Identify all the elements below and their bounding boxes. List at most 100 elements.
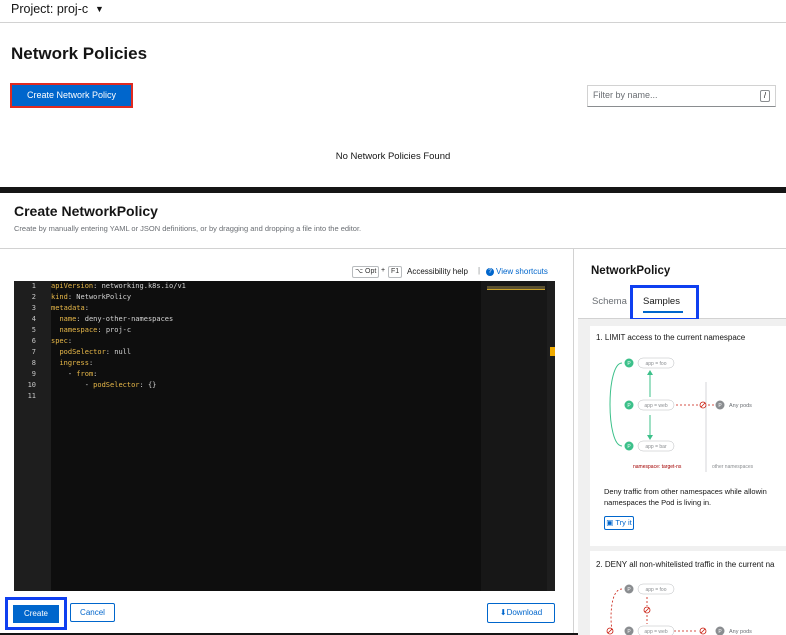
yaml-indent: -: [51, 370, 77, 378]
code-line: - podSelector: {}: [51, 381, 157, 389]
pod-icon: P: [624, 584, 634, 594]
arrow-up-icon: [647, 370, 653, 375]
pod-icon: P: [624, 626, 634, 635]
filter-by-name-field[interactable]: Filter by name... /: [587, 85, 776, 107]
empty-state-message: No Network Policies Found: [335, 151, 451, 162]
sample-description-line: namespaces the Pod is living in.: [604, 498, 712, 507]
toolbar-separator: |: [478, 266, 481, 275]
other-namespaces-label: other namespaces: [712, 464, 754, 470]
yaml-sep: :: [97, 326, 106, 334]
yaml-key: spec: [51, 337, 68, 345]
yaml-value: proj-c: [105, 326, 132, 334]
code-line: namespace: proj-c: [51, 326, 131, 334]
yaml-key: ingress: [59, 359, 89, 367]
deny-icon: [643, 606, 651, 614]
yaml-sep: :: [93, 370, 98, 378]
yaml-key: namespace: [59, 326, 98, 334]
code-line: spec:: [51, 337, 72, 345]
minimap-highlight: [487, 289, 545, 290]
filter-input[interactable]: Filter by name...: [593, 90, 658, 100]
create-button[interactable]: Create: [13, 605, 59, 623]
yaml-key: metadata: [51, 304, 85, 312]
line-number: 5: [31, 326, 36, 334]
deny-icon: [699, 627, 707, 635]
sample-description-line: Deny traffic from other namespaces while…: [604, 487, 767, 496]
plus-sign: +: [381, 267, 386, 274]
line-number: 8: [31, 359, 36, 367]
code-line: name: deny-other-namespaces: [51, 315, 173, 323]
yaml-sep: :: [93, 282, 102, 290]
download-icon: ⬇: [499, 608, 507, 617]
create-page-title: Create NetworkPolicy: [14, 203, 158, 219]
try-it-button[interactable]: ▣ Try it: [604, 516, 634, 530]
yaml-value: null: [114, 348, 132, 356]
sample-title: 2. DENY all non-whitelisted traffic in t…: [596, 560, 775, 569]
view-shortcuts-link[interactable]: ? View shortcuts: [486, 267, 548, 276]
create-button-highlight: Create: [5, 597, 67, 630]
line-number: 4: [31, 315, 36, 323]
create-network-policy-button[interactable]: Create Network Policy: [12, 85, 131, 106]
download-button[interactable]: ⬇Download: [487, 603, 555, 623]
pod-label: app = foo: [646, 587, 667, 593]
pod-label: app = web: [644, 629, 667, 635]
line-number: 10: [27, 381, 36, 389]
pod-icon: P: [624, 400, 634, 410]
yaml-sep: :: [76, 315, 85, 323]
pod-icon: P: [715, 626, 725, 635]
any-pods-label: Any pods: [729, 403, 752, 409]
editor-minimap[interactable]: [481, 281, 547, 591]
line-number: 11: [27, 392, 36, 400]
page-title: Network Policies: [11, 44, 148, 63]
code-line: metadata:: [51, 304, 89, 312]
yaml-sep: :: [139, 381, 148, 389]
scrollbar-marker: [550, 347, 555, 356]
code-area[interactable]: apiVersion: networking.k8s.io/v1 kind: Ne…: [51, 281, 481, 591]
project-bar: Project: proj-c ▼: [0, 0, 786, 23]
yaml-value: deny-other-namespaces: [84, 315, 174, 323]
code-line: apiVersion: networking.k8s.io/v1: [51, 282, 186, 290]
arrow-down-icon: [647, 435, 653, 440]
tab-samples[interactable]: Samples: [643, 296, 680, 307]
yaml-key: podSelector: [93, 381, 140, 389]
download-label: Download: [506, 608, 543, 617]
slash-shortcut-icon: /: [760, 90, 770, 102]
pod-label: app = foo: [646, 361, 667, 367]
header-divider: [0, 248, 786, 249]
yaml-indent: -: [51, 381, 94, 389]
sample1-diagram: P app = foo P app = web P Any pods P app…: [609, 357, 754, 472]
create-network-policy-highlight: Create Network Policy: [10, 83, 133, 108]
yaml-sep: :: [105, 348, 115, 356]
yaml-key: apiVersion: [51, 282, 94, 290]
yaml-key: from: [76, 370, 94, 378]
accessibility-help-label: Accessibility help: [407, 267, 468, 276]
yaml-key: podSelector: [59, 348, 106, 356]
yaml-editor[interactable]: 1 2 3 4 5 6 7 8 9 10 11 apiVersion: networking.k8s…: [14, 281, 555, 591]
sidebar-divider: [573, 248, 574, 635]
sample2-diagram: P app = foo P app = web P Any pods: [606, 583, 752, 635]
code-line: - from:: [51, 370, 98, 378]
yaml-value: networking.k8s.io/v1: [101, 282, 186, 290]
denied-connector: [610, 588, 623, 631]
line-number: 9: [31, 370, 36, 378]
connector-curve: [609, 362, 623, 447]
project-selector[interactable]: Project: proj-c: [11, 2, 88, 16]
line-number: 2: [31, 293, 36, 301]
caret-down-icon[interactable]: ▼: [95, 4, 104, 14]
pod-icon: P: [624, 441, 634, 451]
yaml-sep: :: [84, 304, 89, 312]
pod-icon: P: [624, 358, 634, 368]
yaml-value: NetworkPolicy: [76, 293, 132, 301]
view-shortcuts-label: View shortcuts: [496, 267, 548, 276]
pod-label: app = web: [644, 403, 667, 409]
yaml-key: name: [59, 315, 77, 323]
code-line: ingress:: [51, 359, 93, 367]
panel-divider: [0, 187, 786, 193]
sample-description: Deny traffic from other namespaces while…: [604, 486, 786, 508]
tab-schema[interactable]: Schema: [592, 296, 627, 307]
cancel-button[interactable]: Cancel: [70, 603, 115, 622]
create-page-subtitle: Create by manually entering YAML or JSON…: [14, 224, 362, 233]
opt-key-badge: ⌥ Opt: [352, 266, 380, 278]
line-number: 7: [31, 348, 36, 356]
line-number: 3: [31, 304, 36, 312]
clipboard-icon: ▣: [606, 518, 614, 527]
